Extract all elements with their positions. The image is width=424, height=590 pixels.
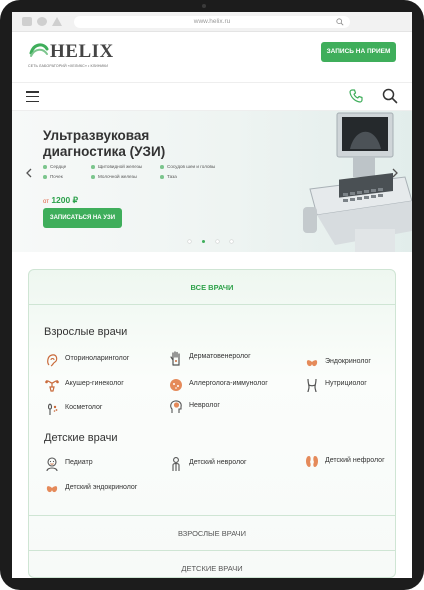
slider-dot-active[interactable] [202, 240, 205, 243]
logo-subtitle: СЕТЬ ЛАБОРАТОРИЙ «ХЕЛИКС» • КЛИНИКИ [28, 64, 109, 68]
helix-logo-icon [29, 43, 49, 57]
thyroid-icon [46, 486, 58, 493]
camera-dot [202, 4, 206, 8]
doctor-label: Детский эндокринолог [65, 484, 138, 491]
banner-item: Щитовидной железы [91, 164, 142, 169]
doctors-panel: ВСЕ ВРАЧИ Взрослые врачи Оториноларингол… [28, 269, 396, 578]
all-doctors-tab[interactable]: ВСЕ ВРАЧИ [29, 270, 395, 305]
tab-adult-doctors[interactable]: ВЗРОСЛЫЕ ВРАЧИ [29, 515, 395, 551]
slider-dot[interactable] [188, 240, 191, 243]
site-header: HELIX СЕТЬ ЛАБОРАТОРИЙ «ХЕЛИКС» • КЛИНИК… [12, 32, 412, 82]
menu-icon[interactable] [26, 91, 39, 103]
slider-dots [188, 240, 240, 245]
allergy-icon [170, 379, 182, 391]
doctor-label: Невролог [189, 402, 220, 409]
triangle-icon[interactable] [52, 17, 62, 26]
kidney-icon [306, 456, 318, 467]
banner-item: Сердце [43, 164, 66, 169]
search-icon[interactable] [382, 88, 398, 104]
screen: www.helix.ru HELIX СЕТЬ ЛАБОРАТОРИЙ «ХЕЛ… [12, 12, 412, 578]
chevron-left-icon[interactable] [24, 167, 34, 179]
circle-icon[interactable] [37, 17, 47, 26]
search-icon[interactable] [336, 18, 344, 26]
cosmetology-icon [47, 403, 58, 415]
banner-title: Ультразвуковая диагностика (УЗИ) [43, 128, 166, 159]
nav-bar [12, 82, 412, 111]
doctor-label: Аллерголога-иммунолог [189, 380, 268, 387]
tab-kids-doctors[interactable]: ДЕТСКИЕ ВРАЧИ [29, 550, 395, 577]
doctor-label: Эндокринолог [325, 358, 371, 365]
doctor-label: Нутрициолог [325, 380, 367, 387]
thyroid-icon [306, 360, 318, 367]
slider-dot[interactable] [230, 240, 233, 243]
doctor-label: Детский невролог [189, 459, 247, 466]
promo-banner: Ультразвуковая диагностика (УЗИ) Сердце … [12, 111, 412, 252]
banner-item: Таза [160, 174, 177, 179]
brain-head-icon [170, 400, 182, 413]
doctor-label: Детский нефролог [325, 457, 385, 464]
doctor-label: Оториноларинголог [65, 355, 130, 362]
browser-toolbar: www.helix.ru [12, 12, 412, 32]
doctor-label: Косметолог [65, 404, 103, 411]
square-icon[interactable] [22, 17, 32, 26]
banner-item: Сосудов шеи и головы [160, 164, 215, 169]
body-icon [307, 378, 317, 393]
logo[interactable]: HELIX СЕТЬ ЛАБОРАТОРИЙ «ХЕЛИКС» • КЛИНИК… [28, 39, 168, 71]
doctor-label: Акушер-гинеколог [65, 380, 124, 387]
baby-icon [46, 457, 58, 472]
url-text: www.helix.ru [193, 18, 231, 25]
uterus-icon [45, 380, 59, 392]
appointment-button[interactable]: ЗАПИСЬ НА ПРИЕМ [321, 42, 396, 62]
phone-icon[interactable] [349, 89, 363, 103]
child-icon [172, 457, 180, 471]
kids-doctors-title: Детские врачи [44, 432, 118, 444]
banner-price: от 1200 ₽ [43, 195, 78, 206]
chevron-right-icon[interactable] [390, 167, 400, 179]
ultrasound-machine-image [303, 112, 412, 252]
banner-item: Почек [43, 174, 63, 179]
banner-item: Молочной железы [91, 174, 137, 179]
doctor-label: Педиатр [65, 459, 93, 466]
hand-icon [170, 351, 180, 366]
slider-dot[interactable] [216, 240, 219, 243]
adult-doctors-title: Взрослые врачи [44, 326, 128, 338]
price-prefix: от [43, 199, 49, 205]
doctor-label: Дерматовенеролог [189, 353, 251, 360]
tablet-frame: www.helix.ru HELIX СЕТЬ ЛАБОРАТОРИЙ «ХЕЛ… [0, 0, 424, 590]
ear-icon [47, 354, 58, 367]
book-ultrasound-button[interactable]: ЗАПИСАТЬСЯ НА УЗИ [43, 208, 122, 228]
logo-text: HELIX [50, 41, 114, 62]
price-value: 1200 ₽ [51, 195, 79, 205]
address-bar[interactable]: www.helix.ru [74, 16, 350, 28]
